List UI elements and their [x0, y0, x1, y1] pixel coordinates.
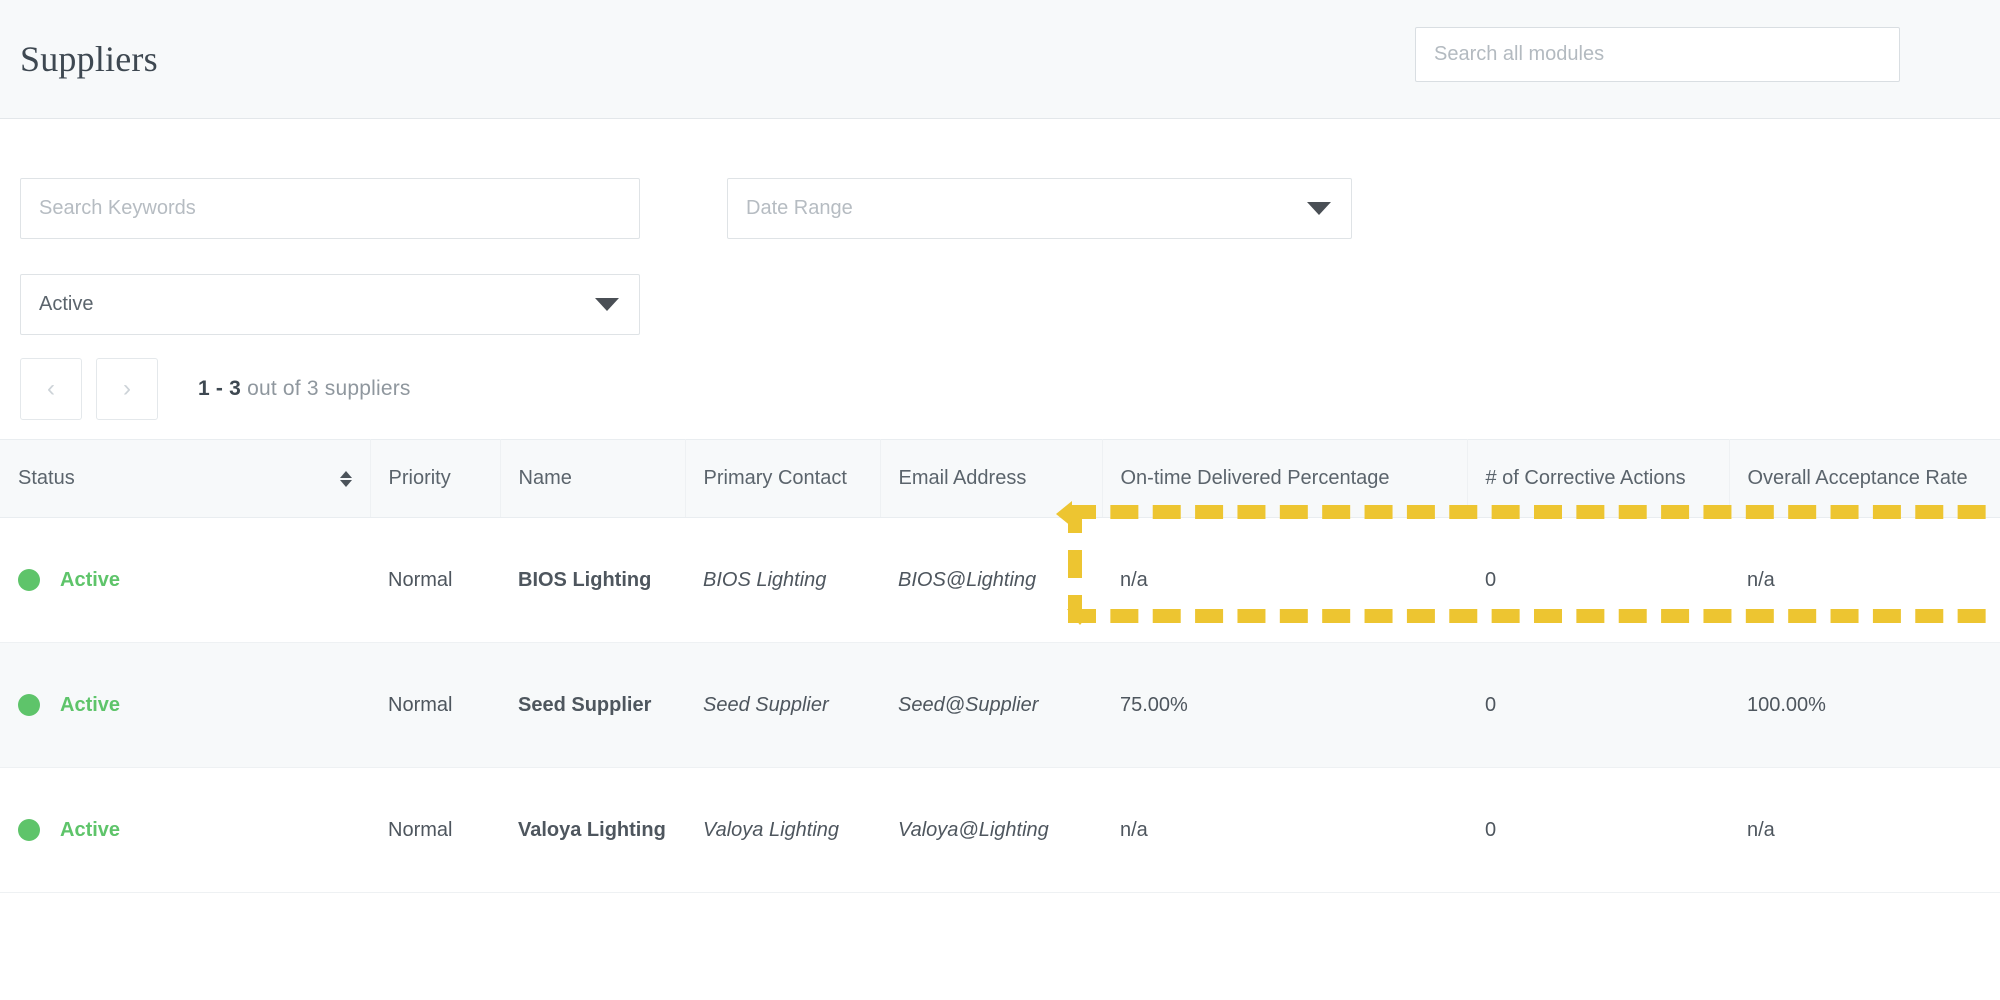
column-header-corrective-actions[interactable]: # of Corrective Actions	[1467, 440, 1729, 518]
global-search-container[interactable]	[1415, 27, 1900, 82]
column-header-status-label: Status	[18, 467, 75, 490]
app-header: Suppliers	[0, 0, 2000, 119]
column-header-primary-contact[interactable]: Primary Contact	[685, 440, 880, 518]
cell-priority: Normal	[370, 768, 500, 893]
status-filter-value: Active	[21, 293, 595, 316]
status-dot-icon	[18, 694, 40, 716]
annotation-arrow-left-icon	[1056, 501, 1072, 527]
table-header-row: Status Priority Name Primary Contact Ema…	[0, 440, 2000, 518]
cell-name[interactable]: Seed Supplier	[500, 643, 685, 768]
cell-name[interactable]: Valoya Lighting	[500, 768, 685, 893]
status-badge: Active	[60, 569, 120, 592]
cell-corrective-actions: 0	[1467, 518, 1729, 643]
column-header-priority[interactable]: Priority	[370, 440, 500, 518]
cell-on-time-delivered-percentage: n/a	[1102, 768, 1467, 893]
status-dot-icon	[18, 819, 40, 841]
suppliers-table: Status Priority Name Primary Contact Ema…	[0, 439, 2000, 893]
status-dot-icon	[18, 569, 40, 591]
pagination-next-button[interactable]: ›	[96, 358, 158, 420]
cell-corrective-actions: 0	[1467, 643, 1729, 768]
cell-overall-acceptance-rate: 100.00%	[1729, 643, 2000, 768]
cell-corrective-actions: 0	[1467, 768, 1729, 893]
cell-status: Active	[0, 768, 370, 893]
cell-on-time-delivered-percentage: 75.00%	[1102, 643, 1467, 768]
cell-priority: Normal	[370, 643, 500, 768]
annotation-arrow-down-icon	[1067, 609, 1093, 625]
cell-primary-contact: Valoya Lighting	[685, 768, 880, 893]
chevron-left-icon: ‹	[47, 375, 55, 403]
status-badge: Active	[60, 694, 120, 717]
cell-status: Active	[0, 518, 370, 643]
suppliers-table-container: Status Priority Name Primary Contact Ema…	[0, 439, 2000, 893]
column-header-on-time-delivered-percentage[interactable]: On-time Delivered Percentage	[1102, 440, 1467, 518]
global-search-input[interactable]	[1416, 28, 1899, 81]
chevron-down-icon	[595, 298, 619, 311]
column-header-overall-acceptance-rate[interactable]: Overall Acceptance Rate	[1729, 440, 2000, 518]
cell-primary-contact: BIOS Lighting	[685, 518, 880, 643]
chevron-down-icon	[1307, 202, 1331, 215]
search-keywords-field[interactable]	[20, 178, 640, 239]
table-row[interactable]: Active Normal Valoya Lighting Valoya Lig…	[0, 768, 2000, 893]
date-range-value: Date Range	[728, 197, 1307, 220]
pagination-prev-button[interactable]: ‹	[20, 358, 82, 420]
cell-overall-acceptance-rate: n/a	[1729, 518, 2000, 643]
search-keywords-input[interactable]	[21, 179, 639, 238]
cell-status: Active	[0, 643, 370, 768]
pagination-total: out of 3 suppliers	[241, 377, 411, 400]
column-header-status[interactable]: Status	[0, 440, 370, 518]
cell-name[interactable]: BIOS Lighting	[500, 518, 685, 643]
sort-arrows-icon[interactable]	[340, 471, 352, 487]
pagination-bar: ‹ › 1 - 3 out of 3 suppliers	[0, 339, 2000, 439]
column-header-name[interactable]: Name	[500, 440, 685, 518]
filter-bar: Date Range Active	[0, 119, 2000, 339]
cell-overall-acceptance-rate: n/a	[1729, 768, 2000, 893]
table-row[interactable]: Active Normal Seed Supplier Seed Supplie…	[0, 643, 2000, 768]
status-badge: Active	[60, 819, 120, 842]
cell-on-time-delivered-percentage: n/a	[1102, 518, 1467, 643]
status-filter-select[interactable]: Active	[20, 274, 640, 335]
cell-email-address: Valoya@Lighting	[880, 768, 1102, 893]
table-row[interactable]: Active Normal BIOS Lighting BIOS Lightin…	[0, 518, 2000, 643]
chevron-right-icon: ›	[123, 375, 131, 403]
pagination-summary: 1 - 3 out of 3 suppliers	[198, 377, 411, 401]
cell-priority: Normal	[370, 518, 500, 643]
pagination-range: 1 - 3	[198, 377, 241, 400]
cell-email-address: Seed@Supplier	[880, 643, 1102, 768]
cell-primary-contact: Seed Supplier	[685, 643, 880, 768]
page-title: Suppliers	[20, 38, 158, 80]
date-range-select[interactable]: Date Range	[727, 178, 1352, 239]
